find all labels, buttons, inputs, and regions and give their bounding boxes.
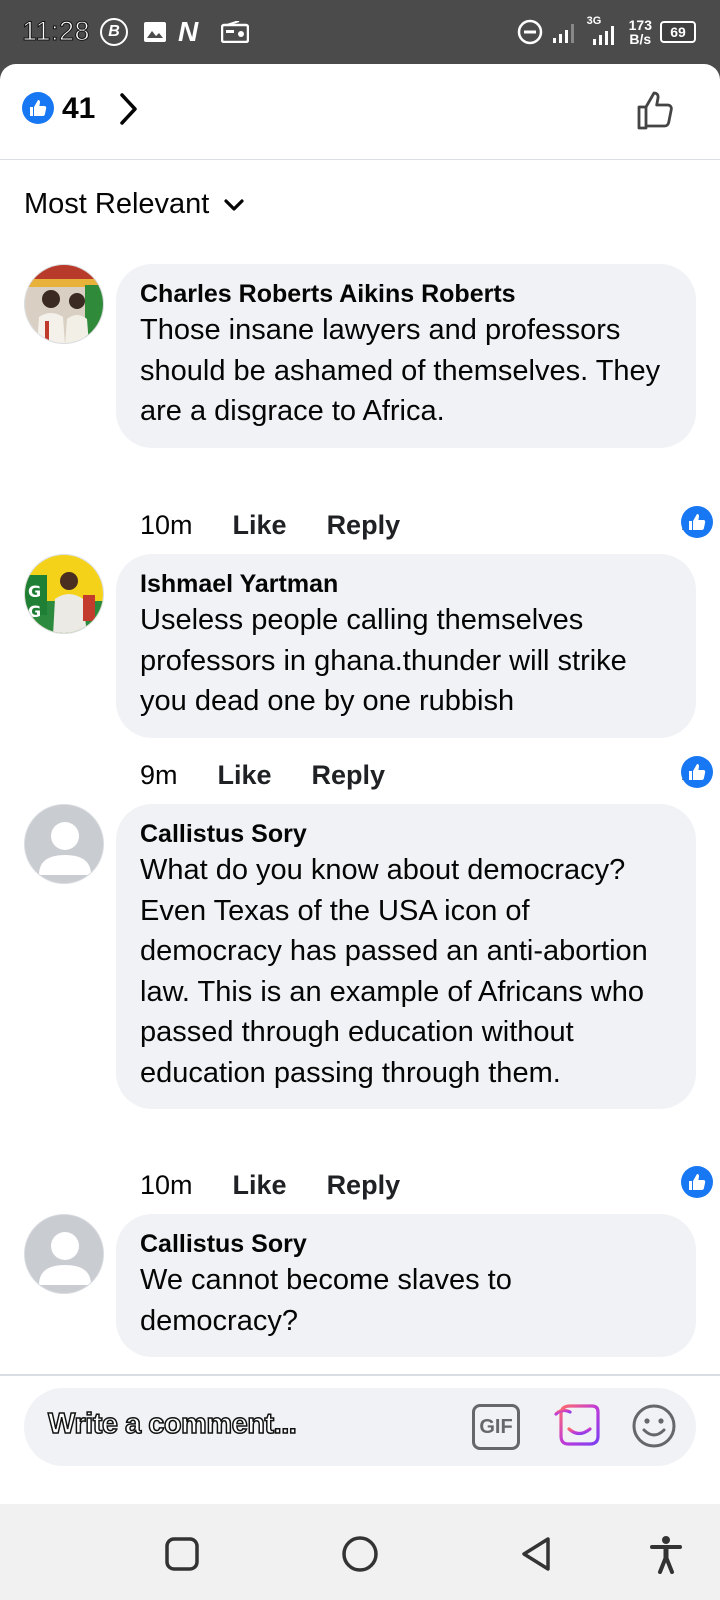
avatar-photo bbox=[25, 265, 103, 343]
network-speed-value: 173 bbox=[628, 17, 652, 33]
reaction-count[interactable]: 41 bbox=[62, 92, 95, 126]
accessibility-icon[interactable] bbox=[646, 1534, 686, 1574]
comment-reactions[interactable]: 2 bbox=[680, 505, 713, 538]
screen: 11:28 B N 3G 173 B/s 69 41 Most Relevant… bbox=[0, 0, 720, 1600]
signal-2-cluster: 3G bbox=[587, 15, 621, 47]
comment-time: 9m bbox=[140, 760, 178, 790]
comment-composer: Write a comment... GIF bbox=[0, 1374, 720, 1504]
system-nav-bar bbox=[0, 1504, 720, 1600]
status-bar: 11:28 B N 3G 173 B/s 69 bbox=[0, 0, 720, 64]
avatar[interactable] bbox=[24, 804, 104, 884]
svg-text:G: G bbox=[28, 602, 41, 621]
comments-sheet: 41 Most Relevant Charles Roberts Aikins … bbox=[0, 64, 720, 1504]
comment-text: Those insane lawyers and professors shou… bbox=[140, 314, 661, 427]
b-notification-icon: B bbox=[100, 18, 128, 46]
b-badge-label: B bbox=[108, 23, 120, 40]
comment-bubble[interactable]: Callistus Sory What do you know about de… bbox=[116, 804, 696, 1109]
sort-label: Most Relevant bbox=[24, 188, 210, 220]
like-icon bbox=[22, 92, 54, 124]
chevron-down-icon bbox=[224, 198, 244, 211]
signal-2-icon bbox=[592, 26, 614, 45]
comment-bubble[interactable]: Charles Roberts Aikins Roberts Those ins… bbox=[116, 264, 696, 448]
avatar-sticker-icon[interactable] bbox=[552, 1400, 602, 1450]
battery-icon: 69 bbox=[660, 21, 696, 43]
default-avatar-icon bbox=[25, 805, 103, 883]
comment-input[interactable]: Write a comment... GIF bbox=[24, 1388, 696, 1466]
n-notification-icon: N bbox=[178, 16, 199, 47]
comment-actions: 10m Like Reply bbox=[140, 510, 400, 541]
reply-button[interactable]: Reply bbox=[327, 510, 401, 541]
dnd-icon bbox=[517, 19, 542, 45]
avatar-photo: G G bbox=[25, 555, 103, 633]
like-button[interactable]: Like bbox=[233, 510, 287, 541]
back-icon[interactable] bbox=[516, 1534, 556, 1574]
gif-button[interactable]: GIF bbox=[472, 1404, 520, 1450]
reply-button[interactable]: Reply bbox=[327, 1170, 401, 1201]
emoji-icon[interactable] bbox=[630, 1402, 678, 1450]
like-icon bbox=[680, 755, 713, 788]
commenter-name[interactable]: Charles Roberts Aikins Roberts bbox=[140, 278, 672, 310]
like-button[interactable]: Like bbox=[233, 1170, 287, 1201]
avatar[interactable]: G G bbox=[24, 554, 104, 634]
comment-time: 10m bbox=[140, 1170, 193, 1200]
like-icon bbox=[680, 1165, 713, 1198]
like-button[interactable]: Like bbox=[218, 760, 272, 791]
commenter-name[interactable]: Ishmael Yartman bbox=[140, 568, 672, 600]
radio-notification-icon bbox=[220, 18, 250, 46]
commenter-name[interactable]: Callistus Sory bbox=[140, 818, 672, 850]
comment-actions: 9m Like Reply bbox=[140, 760, 385, 791]
recent-apps-icon[interactable] bbox=[162, 1534, 202, 1574]
comment-bubble[interactable]: Callistus Sory We cannot become slaves t… bbox=[116, 1214, 696, 1357]
like-icon bbox=[680, 505, 713, 538]
status-right-cluster: 3G 173 B/s 69 bbox=[517, 14, 696, 50]
comment-text: What do you know about democracy? Even T… bbox=[140, 854, 648, 1089]
default-avatar-icon bbox=[25, 1215, 103, 1293]
comment-reactions[interactable]: 2 bbox=[680, 755, 713, 788]
comment-text: We cannot become slaves to democracy? bbox=[140, 1264, 512, 1337]
reply-button[interactable]: Reply bbox=[312, 760, 386, 791]
commenter-name[interactable]: Callistus Sory bbox=[140, 1228, 672, 1260]
comment-bubble[interactable]: Ishmael Yartman Useless people calling t… bbox=[116, 554, 696, 738]
reactions-bar[interactable]: 41 bbox=[0, 64, 720, 160]
like-outline-icon[interactable] bbox=[634, 88, 678, 132]
battery-level: 69 bbox=[670, 24, 686, 40]
sort-dropdown[interactable]: Most Relevant bbox=[24, 188, 245, 221]
comment-actions: 10m Like Reply bbox=[140, 1170, 400, 1201]
image-notification-icon bbox=[142, 18, 168, 46]
chevron-right-icon[interactable] bbox=[118, 92, 140, 126]
comment-text: Useless people calling themselves profes… bbox=[140, 604, 627, 717]
comment-input-placeholder: Write a comment... bbox=[47, 1407, 297, 1441]
comment-time: 10m bbox=[140, 510, 193, 540]
home-icon[interactable] bbox=[340, 1534, 380, 1574]
network-speed: 173 B/s bbox=[629, 18, 652, 46]
avatar[interactable] bbox=[24, 1214, 104, 1294]
comment-reactions[interactable]: 4 bbox=[680, 1165, 713, 1198]
status-time: 11:28 bbox=[21, 16, 91, 47]
svg-text:G: G bbox=[28, 582, 41, 601]
signal-1-icon bbox=[552, 24, 574, 43]
avatar[interactable] bbox=[24, 264, 104, 344]
network-speed-unit: B/s bbox=[629, 31, 652, 47]
